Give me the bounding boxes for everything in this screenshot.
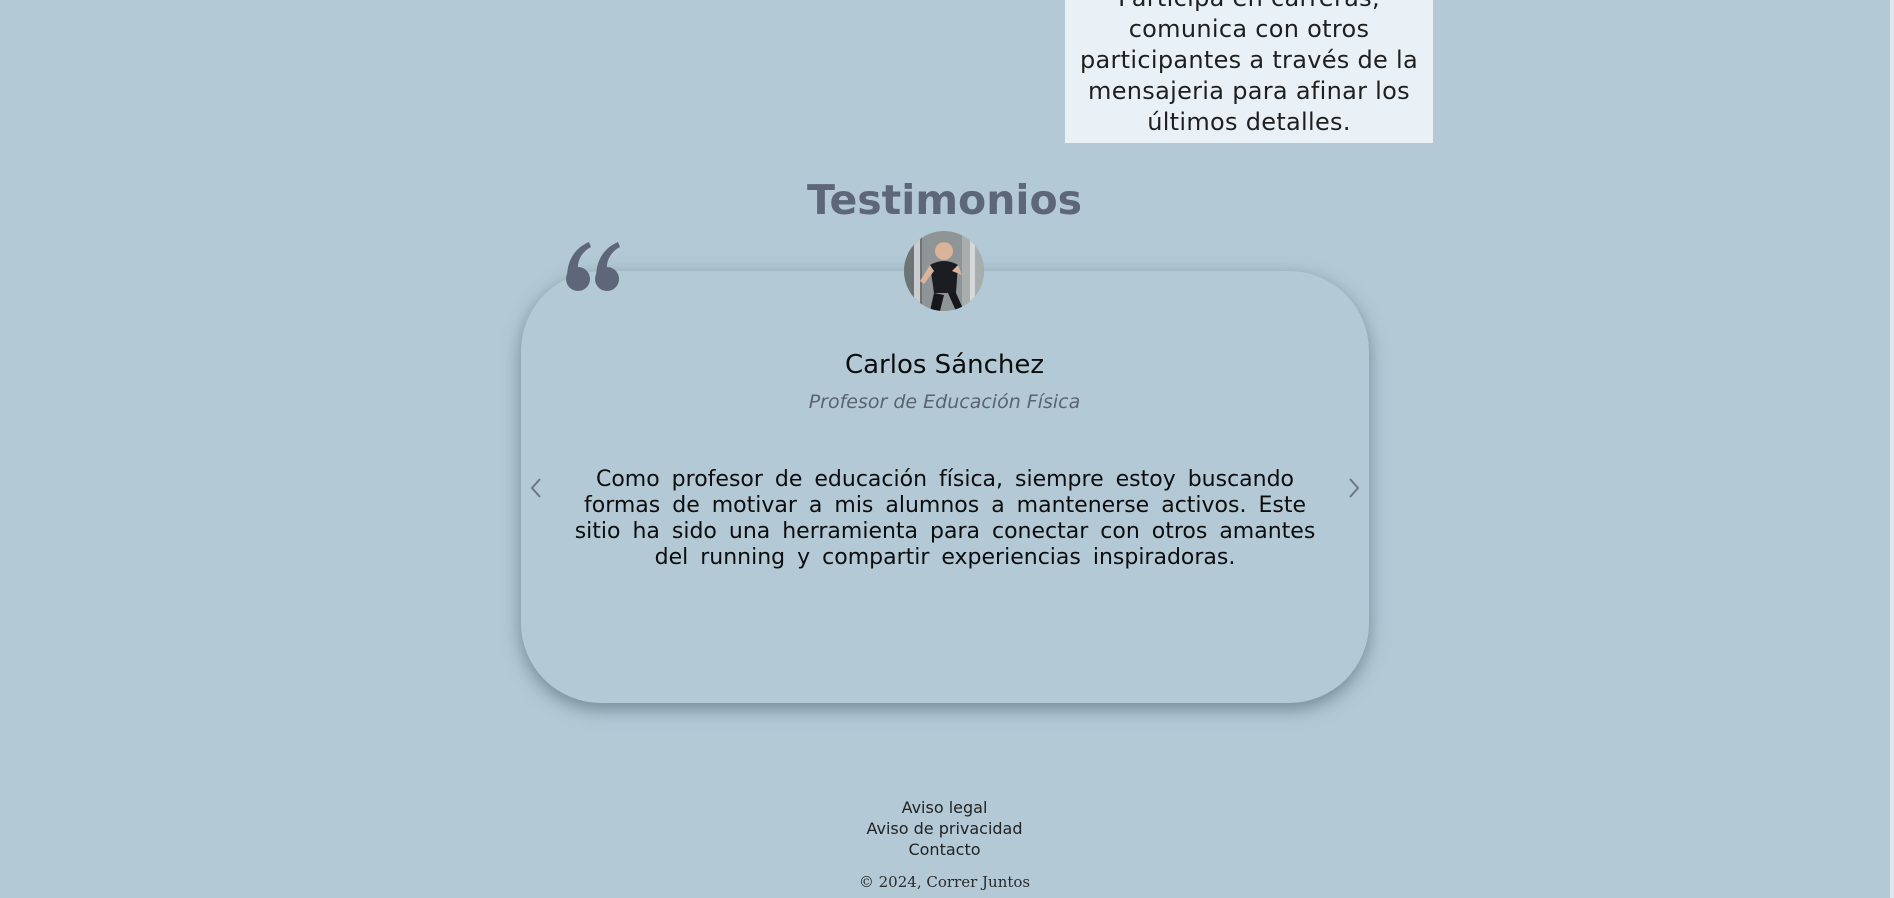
copyright: © 2024, Correr Juntos <box>858 873 1031 891</box>
testimonial-quote: Como profesor de educación física, siemp… <box>574 467 1316 570</box>
footer-link-contact[interactable]: Contacto <box>0 839 1889 860</box>
feature-text-line: últimos detalles. <box>1147 108 1351 136</box>
footer-link-legal[interactable]: Aviso legal <box>0 797 1889 818</box>
testimonial-author-role: Profesor de Educación Física <box>808 391 1081 413</box>
feature-text-line: participantes a través de la <box>1079 46 1419 74</box>
footer: Aviso legal Aviso de privacidad Contacto… <box>0 797 1889 892</box>
footer-link-privacy[interactable]: Aviso de privacidad <box>0 818 1889 839</box>
avatar <box>904 231 984 311</box>
carousel-prev-button[interactable] <box>525 473 547 503</box>
testimonial-author-name: Carlos Sánchez <box>844 350 1045 380</box>
scrollbar-track[interactable] <box>1890 0 1894 898</box>
chevron-left-icon <box>530 478 541 498</box>
feature-text-line: comunica con otros <box>1128 15 1370 43</box>
carousel-next-button[interactable] <box>1343 473 1365 503</box>
feature-text-line: Participa en carreras, <box>1077 0 1421 14</box>
quote-icon <box>566 242 620 291</box>
runner-photo-icon <box>904 231 984 311</box>
feature-text-line: mensajeria para afinar los <box>1088 77 1410 105</box>
section-title: Testimonios <box>806 176 1083 224</box>
chevron-right-icon <box>1349 478 1360 498</box>
feature-card: Participa en carreras, comunica con otro… <box>1065 0 1433 143</box>
